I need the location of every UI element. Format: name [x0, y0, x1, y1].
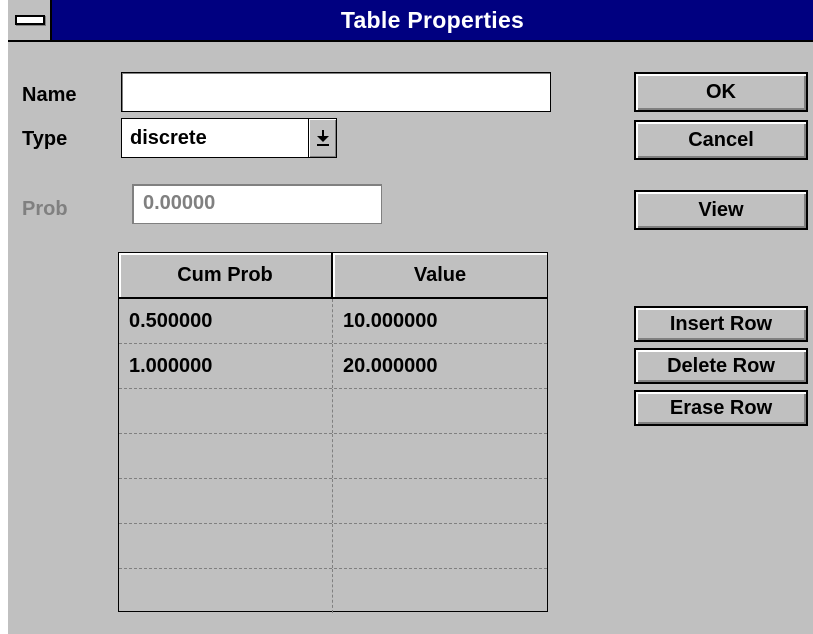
- table-row[interactable]: [119, 569, 547, 614]
- column-header-cum-prob[interactable]: Cum Prob: [119, 253, 333, 299]
- view-button[interactable]: View: [634, 190, 808, 230]
- erase-row-button[interactable]: Erase Row: [634, 390, 808, 426]
- table-row[interactable]: [119, 479, 547, 524]
- table-row[interactable]: [119, 434, 547, 479]
- cum-prob-cell[interactable]: [119, 569, 333, 613]
- system-menu-button[interactable]: [8, 0, 52, 40]
- table-properties-dialog: Table Properties Name Type discrete Prob…: [8, 0, 813, 634]
- prob-input[interactable]: 0.00000: [132, 184, 382, 224]
- window-title: Table Properties: [340, 7, 525, 33]
- table-row[interactable]: 1.000000 20.000000: [119, 344, 547, 389]
- cum-prob-cell[interactable]: 1.000000: [119, 344, 333, 388]
- probability-table: Cum Prob Value 0.500000 10.000000 1.0000…: [118, 252, 548, 614]
- column-header-value[interactable]: Value: [333, 253, 547, 299]
- value-cell[interactable]: [333, 389, 547, 433]
- title-bar[interactable]: Table Properties: [8, 0, 813, 42]
- type-label: Type: [22, 128, 68, 150]
- cum-prob-cell[interactable]: 0.500000: [119, 299, 333, 343]
- type-dropdown-button[interactable]: [308, 119, 336, 157]
- table-row[interactable]: [119, 524, 547, 569]
- value-cell[interactable]: [333, 569, 547, 613]
- cum-prob-cell[interactable]: [119, 524, 333, 568]
- cum-prob-cell[interactable]: [119, 389, 333, 433]
- cancel-button[interactable]: Cancel: [634, 120, 808, 160]
- cum-prob-cell[interactable]: [119, 434, 333, 478]
- cum-prob-cell[interactable]: [119, 479, 333, 523]
- table-row[interactable]: 0.500000 10.000000: [119, 299, 547, 344]
- value-cell[interactable]: [333, 479, 547, 523]
- dropdown-arrow-icon: [317, 130, 329, 146]
- table-row[interactable]: [119, 389, 547, 434]
- prob-label: Prob: [22, 198, 68, 220]
- value-cell[interactable]: 10.000000: [333, 299, 547, 343]
- name-label: Name: [22, 84, 77, 106]
- delete-row-button[interactable]: Delete Row: [634, 348, 808, 384]
- value-cell[interactable]: [333, 434, 547, 478]
- type-selected-value: discrete: [130, 127, 207, 149]
- name-input[interactable]: [121, 72, 551, 112]
- type-dropdown[interactable]: discrete: [121, 118, 337, 158]
- value-cell[interactable]: [333, 524, 547, 568]
- table-body: 0.500000 10.000000 1.000000 20.000000: [119, 299, 547, 614]
- value-cell[interactable]: 20.000000: [333, 344, 547, 388]
- ok-button[interactable]: OK: [634, 72, 808, 112]
- system-menu-icon: [15, 15, 45, 25]
- insert-row-button[interactable]: Insert Row: [634, 306, 808, 342]
